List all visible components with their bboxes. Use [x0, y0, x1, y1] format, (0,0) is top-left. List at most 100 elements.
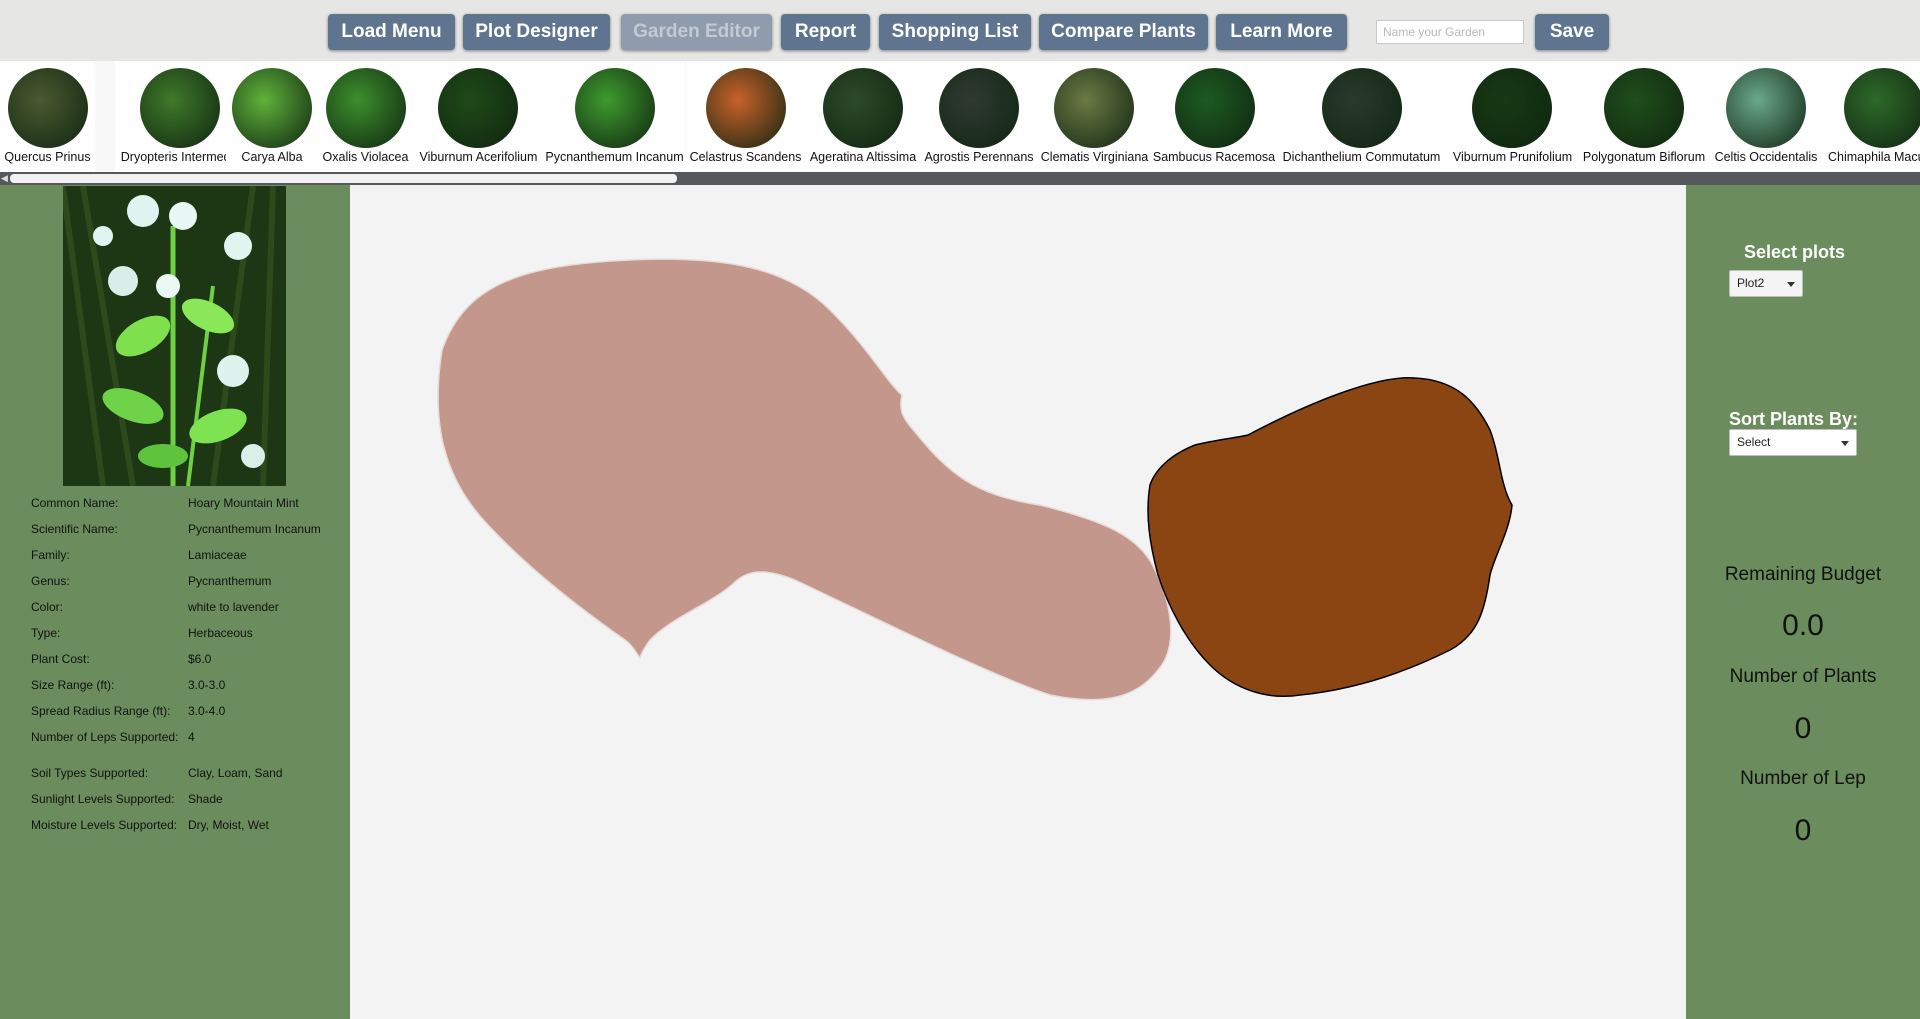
grass-photo-icon — [939, 68, 1019, 148]
plot-designer-button[interactable]: Plot Designer — [463, 14, 610, 50]
plot-select-value: Plot2 — [1737, 276, 1765, 290]
plant-card[interactable]: Ageratina Altissima — [805, 61, 921, 172]
plant-name: Celtis Occidentalis — [1714, 150, 1818, 164]
info-row-sunlight: Sunlight Levels Supported: Shade — [31, 792, 341, 810]
info-value: Shade — [188, 792, 223, 806]
plant-info-panel: Common Name: Hoary Mountain Mint Scienti… — [0, 185, 350, 1019]
info-label: Size Range (ft): — [31, 678, 115, 692]
shopping-list-button[interactable]: Shopping List — [879, 14, 1031, 50]
info-value: Pycnanthemum — [188, 574, 272, 588]
info-value: Dry, Moist, Wet — [188, 818, 269, 832]
remaining-budget-value: 0.0 — [1782, 609, 1824, 642]
plot-2-shape[interactable] — [1147, 377, 1513, 697]
garden-stats-panel: Select plots Plot2 Sort Plants By: Selec… — [1686, 185, 1920, 1019]
info-label: Color: — [31, 600, 64, 614]
info-row-soil-types: Soil Types Supported: Clay, Loam, Sand — [31, 766, 341, 784]
chevron-down-icon — [1841, 441, 1849, 446]
plant-name: Dichanthelium Commutatum — [1282, 150, 1441, 164]
scroll-thumb[interactable] — [10, 174, 677, 183]
info-label: Soil Types Supported: — [31, 766, 149, 780]
sort-plants-label: Sort Plants By: — [1729, 409, 1859, 429]
number-of-lep-label: Number of Lep — [1740, 768, 1866, 789]
report-button[interactable]: Report — [781, 14, 870, 50]
red-berry-photo-icon — [1175, 68, 1255, 148]
top-toolbar: Load Menu Plot Designer Garden Editor Re… — [0, 0, 1920, 61]
plant-card[interactable]: Polygonatum Biflorum — [1578, 61, 1710, 172]
number-of-plants-label: Number of Plants — [1729, 666, 1877, 687]
plant-name: Oxalis Violacea — [322, 150, 409, 164]
plant-name: Ageratina Altissima — [809, 150, 917, 164]
info-value: Clay, Loam, Sand — [188, 766, 283, 780]
plant-card[interactable]: Carya Alba — [226, 61, 318, 172]
compare-plants-button[interactable]: Compare Plants — [1039, 14, 1208, 50]
info-value: Hoary Mountain Mint — [188, 496, 299, 510]
vine-photo-icon — [1054, 68, 1134, 148]
info-row-leps-supported: Number of Leps Supported: 4 — [31, 730, 341, 748]
info-value: 4 — [188, 730, 195, 744]
garden-canvas[interactable] — [350, 185, 1686, 1019]
white-flower-photo-icon — [438, 68, 518, 148]
carousel-scrollbar[interactable]: ◀ — [0, 172, 1920, 185]
plant-card[interactable]: Clematis Virginiana — [1037, 61, 1152, 172]
scroll-left-arrow-icon[interactable]: ◀ — [1, 174, 9, 183]
leaf-photo-icon — [1844, 68, 1920, 148]
info-value: white to lavender — [188, 600, 279, 614]
plant-name: Polygonatum Biflorum — [1582, 150, 1706, 164]
save-button[interactable]: Save — [1535, 14, 1609, 50]
chevron-down-icon — [1787, 282, 1795, 287]
plant-card[interactable]: Celastrus Scandens — [686, 61, 805, 172]
plant-card[interactable]: Quercus Prinus — [0, 61, 95, 172]
plant-name: Agrostis Perennans — [924, 150, 1034, 164]
plant-card[interactable]: Chimaphila Macu — [1822, 61, 1920, 172]
bark-photo-icon — [8, 68, 88, 148]
white-cluster-photo-icon — [823, 68, 903, 148]
white-flower-photo-icon — [1472, 68, 1552, 148]
info-label: Type: — [31, 626, 61, 640]
plant-card[interactable]: Sambucus Racemosa — [1152, 61, 1276, 172]
plant-card[interactable]: Viburnum Acerifolium — [413, 61, 544, 172]
number-of-lep-value: 0 — [1794, 814, 1812, 847]
info-row-genus: Genus: Pycnanthemum — [31, 574, 341, 592]
leaf-photo-icon — [1726, 68, 1806, 148]
grass-stem-photo-icon — [1322, 68, 1402, 148]
plant-name: Clematis Virginiana — [1040, 150, 1149, 164]
fern-photo-icon — [140, 68, 220, 148]
plant-name: Chimaphila Macu — [1828, 150, 1920, 164]
info-label: Spread Radius Range (ft): — [31, 704, 171, 718]
info-value: 3.0-3.0 — [188, 678, 226, 692]
leaf-photo-icon — [1604, 68, 1684, 148]
plant-name: Celastrus Scandens — [689, 150, 802, 164]
plot-select-dropdown[interactable]: Plot2 — [1729, 270, 1803, 297]
remaining-budget-label: Remaining Budget — [1724, 564, 1882, 585]
plant-card[interactable]: Agrostis Perennans — [921, 61, 1037, 172]
plot-1-shape[interactable] — [437, 258, 1172, 701]
info-row-common-name: Common Name: Hoary Mountain Mint — [31, 496, 341, 514]
sort-plants-dropdown[interactable]: Select — [1729, 429, 1857, 456]
plant-name: Viburnum Acerifolium — [419, 150, 538, 164]
plant-card[interactable]: Viburnum Prunifolium — [1447, 61, 1578, 172]
info-label: Sunlight Levels Supported: — [31, 792, 175, 806]
info-value: Herbaceous — [188, 626, 253, 640]
sort-select-value: Select — [1737, 435, 1771, 449]
plant-name: Viburnum Prunifolium — [1452, 150, 1573, 164]
info-row-scientific-name: Scientific Name: Pycnanthemum Incanum — [31, 522, 341, 540]
number-of-plants-value: 0 — [1794, 712, 1812, 745]
plant-card[interactable]: Celtis Occidentalis — [1710, 61, 1822, 172]
plant-card[interactable]: Dichanthelium Commutatum — [1276, 61, 1447, 172]
info-value: 3.0-4.0 — [188, 704, 226, 718]
learn-more-button[interactable]: Learn More — [1216, 14, 1347, 50]
plant-name: Quercus Prinus — [4, 150, 91, 164]
info-label: Family: — [31, 548, 70, 562]
info-value: Lamiaceae — [188, 548, 247, 562]
garden-editor-button[interactable]: Garden Editor — [621, 14, 772, 50]
plant-card[interactable]: Pycnanthemum Incanum — [544, 61, 685, 172]
info-row-family: Family: Lamiaceae — [31, 548, 341, 566]
load-menu-button[interactable]: Load Menu — [328, 14, 455, 50]
plant-name: Sambucus Racemosa — [1152, 150, 1276, 164]
mint-photo-icon — [575, 68, 655, 148]
plant-name: Carya Alba — [241, 150, 303, 164]
plant-card[interactable]: Oxalis Violacea — [318, 61, 413, 172]
mountain-mint-photo-icon — [63, 186, 286, 486]
info-label: Moisture Levels Supported: — [31, 818, 178, 832]
garden-name-input[interactable] — [1376, 20, 1524, 44]
